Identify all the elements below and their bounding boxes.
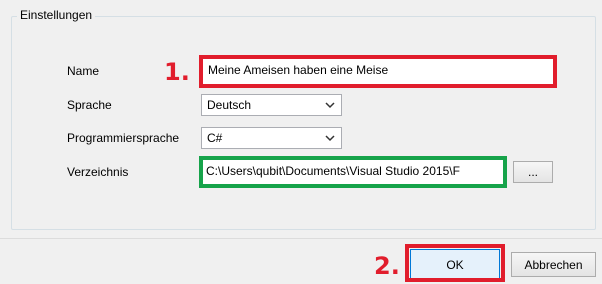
programming-language-label: Programmiersprache: [67, 131, 180, 145]
chevron-down-icon: [325, 135, 335, 142]
directory-input[interactable]: C:\Users\qubit\Documents\Visual Studio 2…: [203, 160, 503, 184]
ok-button[interactable]: OK: [410, 249, 500, 281]
language-label: Sprache: [67, 98, 112, 112]
programming-language-selected-value: C#: [207, 131, 223, 145]
browse-button[interactable]: ...: [513, 161, 553, 183]
name-label: Name: [67, 64, 100, 78]
settings-groupbox: [11, 16, 596, 230]
step-1-annotation: 1.: [164, 58, 190, 86]
chevron-down-icon: [325, 102, 335, 109]
settings-group-title: Einstellungen: [17, 7, 96, 23]
programming-language-select[interactable]: C#: [201, 127, 342, 149]
language-selected-value: Deutsch: [207, 98, 252, 112]
language-select[interactable]: Deutsch: [201, 94, 342, 116]
name-input[interactable]: Meine Ameisen haben eine Meise: [203, 59, 553, 85]
cancel-button[interactable]: Abbrechen: [511, 252, 596, 277]
directory-label: Verzeichnis: [67, 165, 129, 179]
dialog-separator: [0, 238, 602, 239]
step-2-annotation: 2.: [374, 252, 400, 280]
